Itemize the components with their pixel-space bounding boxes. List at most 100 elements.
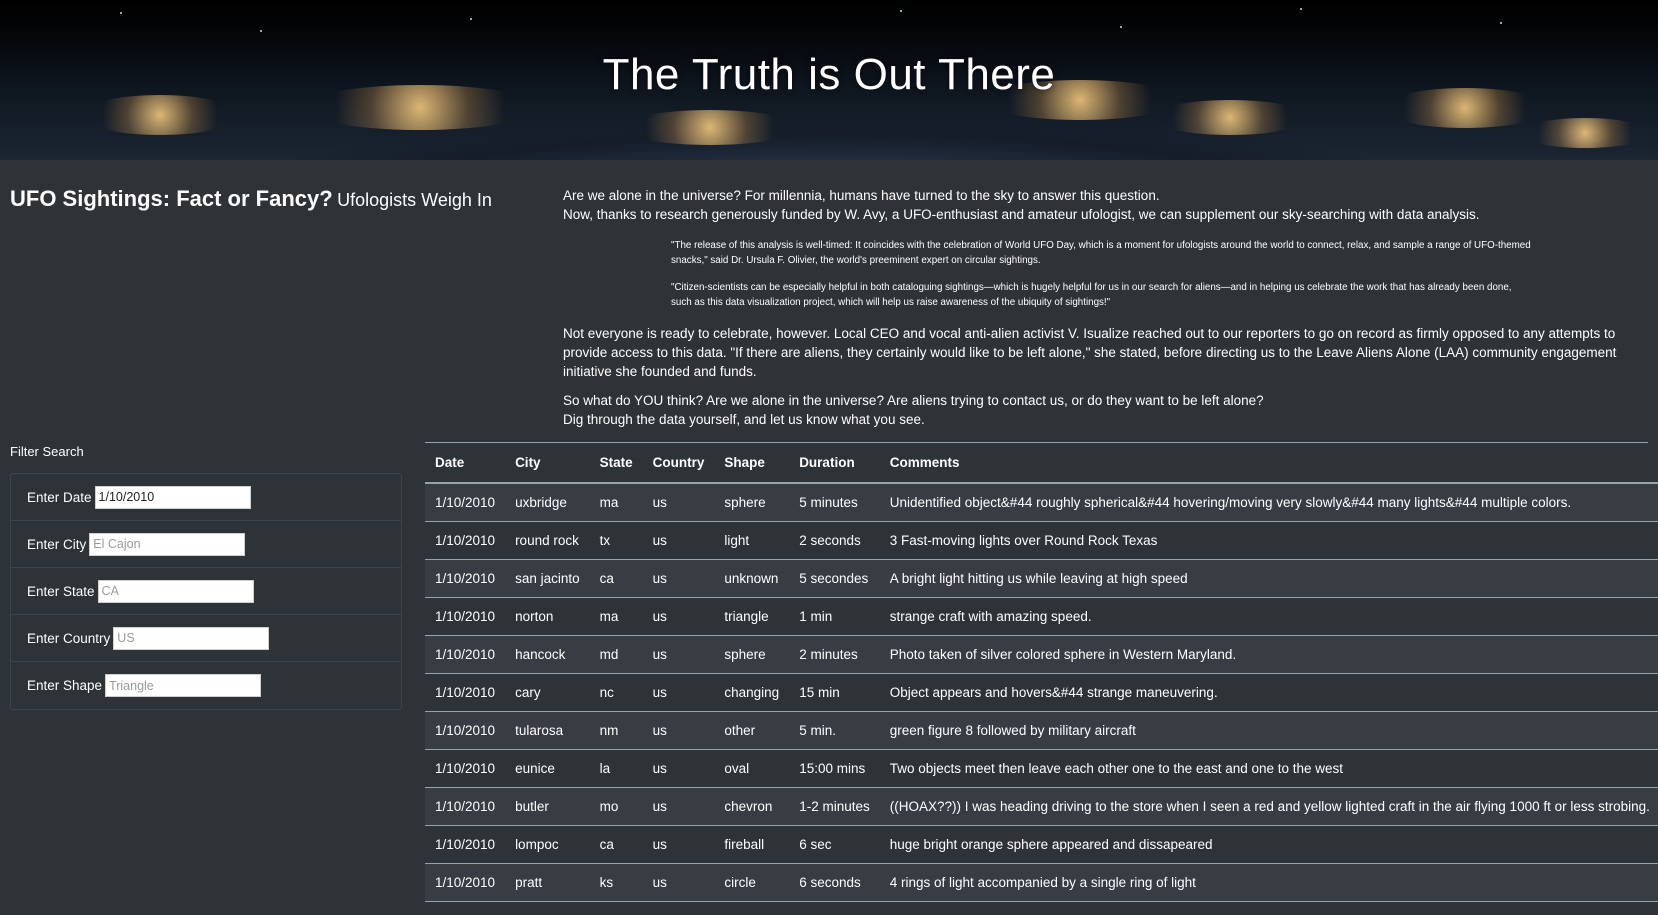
cell-state: ks	[589, 863, 643, 902]
cell-duration: 15 min	[789, 673, 880, 712]
intro-article: Are we alone in the universe? For millen…	[563, 186, 1648, 439]
header-shape: Shape	[714, 443, 790, 484]
cell-duration: 15:00 mins	[789, 749, 880, 788]
filter-country-row: Enter Country	[11, 615, 401, 662]
cell-duration: 2 seconds	[789, 521, 880, 560]
star	[900, 10, 902, 12]
cell-comments: Unidentified object&#44 roughly spherica…	[879, 483, 1658, 522]
country-input[interactable]	[113, 626, 270, 650]
filter-form: Enter Date Enter City Enter State Enter …	[10, 473, 402, 710]
cell-comments: Object appears and hovers&#44 strange ma…	[879, 673, 1658, 712]
star	[1500, 22, 1502, 24]
table-row: 1/10/2010 uxbridge ma us sphere 5 minutes Unid…	[425, 483, 1658, 522]
table-row: 1/10/2010 cary nc us changing 15 min Object ap…	[425, 673, 1658, 712]
cell-duration: 6 sec	[789, 825, 880, 864]
cell-city: lompoc	[505, 825, 590, 864]
cell-comments: Photo taken of silver colored sphere in …	[879, 635, 1658, 674]
cell-date: 1/10/2010	[425, 559, 506, 598]
table-row: 1/10/2010 lompoc ca us fireball 6 sec huge bri…	[425, 825, 1658, 864]
cell-city: tularosa	[505, 711, 590, 750]
opposition-paragraph: Not everyone is ready to celebrate, howe…	[563, 326, 1617, 379]
cell-city: hancock	[505, 635, 590, 674]
cell-duration: 1 min	[789, 597, 880, 636]
cell-country: us	[642, 483, 715, 522]
city-lights	[1520, 118, 1650, 148]
ufo-table-container: Date City State Country Shape Duration C…	[425, 442, 1658, 902]
table-row: 1/10/2010 norton ma us triangle 1 min strange …	[425, 597, 1658, 636]
cell-city: pratt	[505, 863, 590, 902]
quote-2: "Citizen-scientists can be especially he…	[671, 282, 1512, 308]
filter-date-row: Enter Date	[11, 474, 401, 521]
table-row: 1/10/2010 san jacinto ca us unknown 5 seconde…	[425, 559, 1658, 598]
closing-paragraph: So what do YOU think? Are we alone in th…	[563, 391, 1648, 429]
page-subtitle: Ufologists Weigh In	[337, 190, 492, 210]
cell-country: us	[642, 863, 715, 902]
cell-duration: 2 minutes	[789, 635, 880, 674]
cell-city: eunice	[505, 749, 590, 788]
cell-duration: 5 min.	[789, 711, 880, 750]
cell-shape: triangle	[714, 597, 790, 636]
filter-city-row: Enter City	[11, 521, 401, 568]
cell-state: ca	[589, 559, 643, 598]
cell-country: us	[642, 787, 715, 826]
cell-shape: sphere	[714, 483, 790, 522]
cell-date: 1/10/2010	[425, 787, 506, 826]
cell-city: norton	[505, 597, 590, 636]
header-date: Date	[425, 443, 506, 484]
cell-state: ma	[589, 597, 643, 636]
intro-paragraph: Are we alone in the universe? For millen…	[563, 186, 1648, 224]
filter-state-row: Enter State	[11, 568, 401, 615]
cell-state: la	[589, 749, 643, 788]
closing-line-1: So what do YOU think? Are we alone in th…	[563, 393, 1264, 408]
cell-state: ca	[589, 825, 643, 864]
cell-duration: 5 minutes	[789, 483, 880, 522]
table-row: 1/10/2010 eunice la us oval 15:00 mins Two obj…	[425, 749, 1658, 788]
intro-line-2: Now, thanks to research generously funde…	[563, 207, 1480, 222]
table-row: 1/10/2010 pratt ks us circle 6 seconds 4 rings…	[425, 863, 1658, 902]
shape-label: Enter Shape	[27, 678, 103, 693]
cell-country: us	[642, 673, 715, 712]
table-row: 1/10/2010 round rock tx us light 2 seconds 3 F…	[425, 521, 1658, 560]
cell-date: 1/10/2010	[425, 673, 506, 712]
cell-shape: changing	[714, 673, 790, 712]
shape-input[interactable]	[105, 674, 262, 697]
header-country: Country	[642, 443, 715, 484]
header-comments: Comments	[879, 443, 1658, 484]
cell-city: butler	[505, 787, 590, 826]
cell-country: us	[642, 597, 715, 636]
cell-comments: huge bright orange sphere appeared and d…	[879, 825, 1658, 864]
cell-date: 1/10/2010	[425, 521, 506, 560]
cell-state: ma	[589, 483, 643, 522]
cell-state: mo	[589, 787, 643, 826]
cell-date: 1/10/2010	[425, 863, 506, 902]
cell-date: 1/10/2010	[425, 749, 506, 788]
page-title: UFO Sightings: Fact or Fancy?	[10, 186, 333, 211]
cell-state: nc	[589, 673, 643, 712]
quote-block: "The release of this analysis is well-ti…	[671, 238, 1531, 310]
header-state: State	[589, 443, 643, 484]
table-body: 1/10/2010 uxbridge ma us sphere 5 minutes Unid…	[425, 483, 1658, 902]
star	[260, 30, 262, 32]
cell-state: tx	[589, 521, 643, 560]
cell-duration: 5 secondes	[789, 559, 880, 598]
state-input[interactable]	[97, 579, 254, 603]
table-row: 1/10/2010 tularosa nm us other 5 min. green fi…	[425, 711, 1658, 750]
cell-shape: circle	[714, 863, 790, 902]
hero-banner: The Truth is Out There	[0, 0, 1658, 160]
cell-city: cary	[505, 673, 590, 712]
page-heading: UFO Sightings: Fact or Fancy? Ufologists…	[10, 186, 540, 212]
cell-state: md	[589, 635, 643, 674]
cell-comments: A bright light hitting us while leaving …	[879, 559, 1658, 598]
intro-line-1: Are we alone in the universe? For millen…	[563, 188, 1160, 203]
cell-country: us	[642, 749, 715, 788]
city-input[interactable]	[89, 532, 246, 556]
cell-comments: strange craft with amazing speed.	[879, 597, 1658, 636]
city-lights	[1150, 100, 1310, 135]
cell-shape: oval	[714, 749, 790, 788]
date-input[interactable]	[94, 485, 251, 509]
cell-city: round rock	[505, 521, 590, 560]
closing-line-2: Dig through the data yourself, and let u…	[563, 412, 925, 427]
cell-comments: green figure 8 followed by military airc…	[879, 711, 1658, 750]
state-label: Enter State	[27, 583, 95, 599]
country-label: Enter Country	[27, 630, 111, 646]
